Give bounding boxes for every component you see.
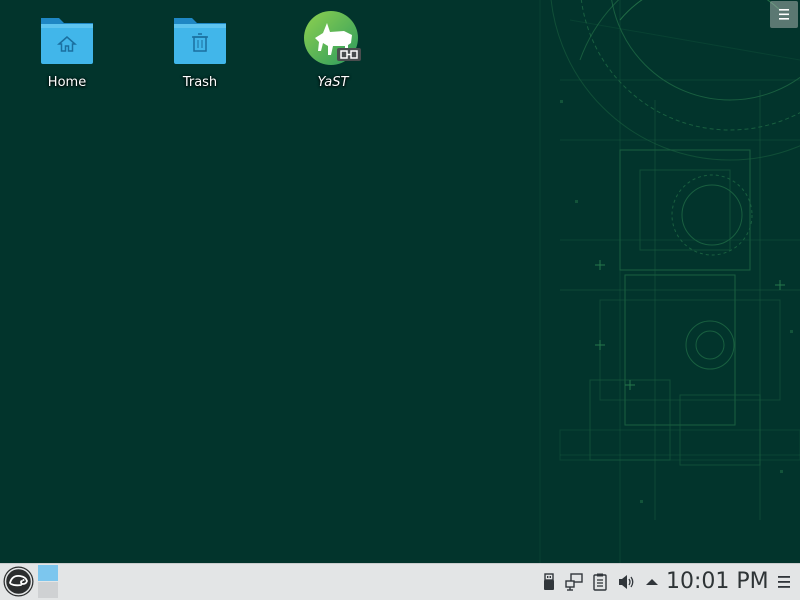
show-hidden-icons-button[interactable] [642, 572, 662, 592]
yast-icon [304, 11, 361, 65]
desktop-icon-label: Home [47, 75, 87, 90]
opensuse-gecko-icon [3, 566, 34, 597]
pager-desktop-2[interactable] [38, 582, 58, 598]
desktop-icon-home[interactable]: Home [19, 8, 115, 90]
desktop[interactable]: Home Trash YaST [0, 0, 800, 563]
desktop-icon-trash[interactable]: Trash [152, 8, 248, 90]
network-icon [565, 573, 583, 591]
clipboard-icon [593, 573, 607, 591]
hamburger-icon [778, 576, 790, 588]
taskbar-panel: 10:01 PM [0, 563, 800, 600]
application-launcher-button[interactable] [2, 565, 35, 598]
folder-home-icon [41, 18, 93, 64]
desktop-toolbox-button[interactable] [770, 1, 798, 28]
digital-clock[interactable]: 10:01 PM [666, 567, 769, 597]
pager-desktop-1[interactable] [38, 565, 58, 581]
usb-device-icon [544, 573, 554, 590]
desktop-icon-label: Trash [182, 75, 218, 90]
usb-device-tray[interactable] [539, 572, 559, 592]
clipboard-tray[interactable] [590, 572, 610, 592]
volume-tray[interactable] [616, 572, 636, 592]
desktop-icon-yast[interactable]: YaST [285, 8, 381, 90]
desktop-icon-label: YaST [317, 75, 349, 90]
virtual-desktop-pager[interactable] [38, 565, 58, 598]
expand-up-arrow-icon [646, 579, 658, 585]
network-tray[interactable] [564, 572, 584, 592]
hamburger-icon [779, 9, 789, 20]
panel-options-button[interactable] [776, 573, 792, 591]
wallpaper-blueprint-art [539, 0, 800, 563]
volume-icon [619, 575, 634, 589]
folder-trash-icon [174, 18, 226, 64]
